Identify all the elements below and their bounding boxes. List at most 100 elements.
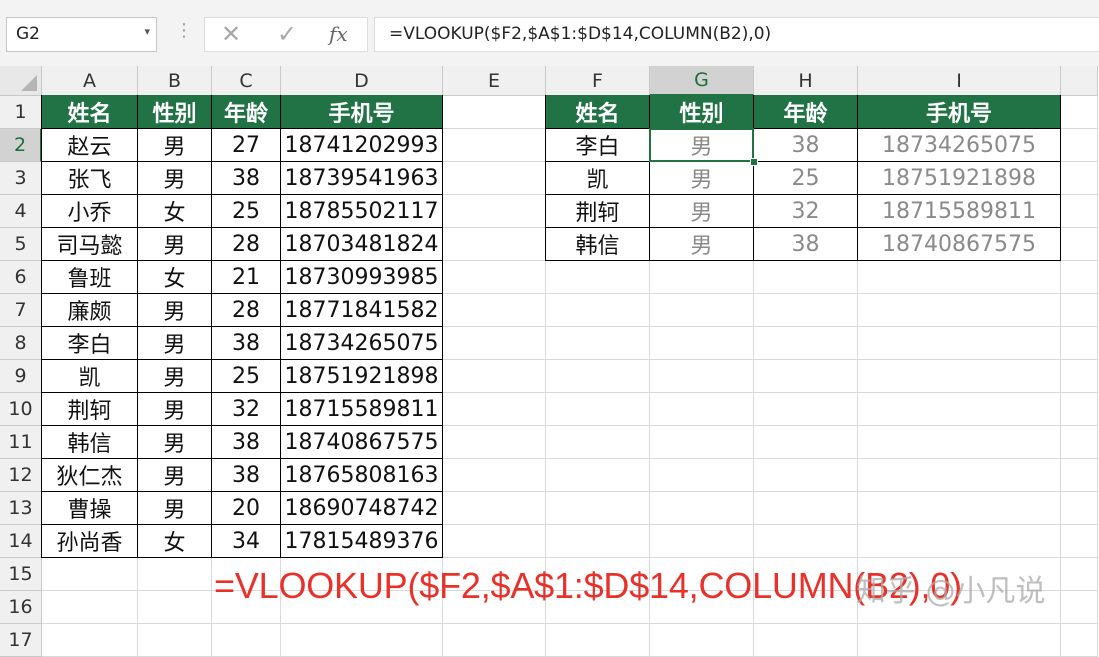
source-table-header[interactable]: 姓名 (41, 95, 138, 129)
cell[interactable] (754, 261, 858, 294)
source-table-cell[interactable]: 18741202993 (281, 129, 443, 162)
lookup-table-header[interactable]: 手机号 (858, 95, 1061, 129)
cell[interactable] (754, 294, 858, 327)
source-table-cell[interactable]: 女 (138, 525, 212, 558)
row-header-9[interactable]: 9 (0, 360, 42, 393)
cell[interactable] (650, 360, 754, 393)
source-table-cell[interactable]: 28 (212, 228, 281, 261)
row-header-15[interactable]: 15 (0, 558, 42, 591)
cell[interactable] (546, 294, 650, 327)
source-table-cell[interactable]: 34 (212, 525, 281, 558)
cell[interactable] (858, 294, 1061, 327)
lookup-table-header[interactable]: 姓名 (545, 95, 650, 129)
cell[interactable] (443, 228, 546, 261)
lookup-table-header[interactable]: 年龄 (754, 95, 858, 129)
source-table-cell[interactable]: 男 (138, 129, 212, 162)
source-table-cell[interactable]: 赵云 (41, 129, 138, 162)
cell[interactable] (1061, 459, 1098, 492)
fill-handle[interactable] (750, 158, 758, 166)
row-header-11[interactable]: 11 (0, 426, 42, 459)
lookup-table-cell[interactable]: 18740867575 (858, 228, 1061, 261)
cell[interactable] (754, 360, 858, 393)
select-all-corner[interactable] (0, 66, 42, 96)
cell[interactable] (1061, 129, 1098, 162)
source-table-cell[interactable]: 32 (212, 393, 281, 426)
cell[interactable] (858, 492, 1061, 525)
source-table-cell[interactable]: 荆轲 (41, 393, 138, 426)
source-table-cell[interactable]: 男 (138, 294, 212, 327)
cell[interactable] (858, 525, 1061, 558)
cell[interactable] (443, 129, 546, 162)
chevron-down-icon[interactable]: ▾ (144, 25, 150, 38)
cell[interactable] (443, 525, 546, 558)
cell[interactable] (443, 327, 546, 360)
cell[interactable] (443, 96, 546, 129)
cell[interactable] (138, 591, 212, 624)
cell[interactable] (650, 492, 754, 525)
row-header-1[interactable]: 1 (0, 96, 42, 129)
insert-function-icon[interactable]: fx (329, 20, 348, 48)
cell[interactable] (546, 492, 650, 525)
cell[interactable] (1061, 96, 1098, 129)
cell[interactable] (1061, 525, 1098, 558)
lookup-table-header[interactable]: 性别 (650, 95, 754, 129)
cell[interactable] (138, 558, 212, 591)
row-header-3[interactable]: 3 (0, 162, 42, 195)
source-table-cell[interactable]: 18734265075 (281, 327, 443, 360)
source-table-cell[interactable]: 男 (138, 426, 212, 459)
source-table-cell[interactable]: 18703481824 (281, 228, 443, 261)
cell[interactable] (546, 261, 650, 294)
source-table-cell[interactable]: 韩信 (41, 426, 138, 459)
cell[interactable] (443, 261, 546, 294)
lookup-table-cell[interactable]: 18734265075 (858, 129, 1061, 162)
cell[interactable] (858, 327, 1061, 360)
row-header-5[interactable]: 5 (0, 228, 42, 261)
cell[interactable] (1061, 294, 1098, 327)
cell[interactable] (1061, 426, 1098, 459)
cell[interactable] (858, 261, 1061, 294)
cell[interactable] (443, 294, 546, 327)
lookup-table-cell[interactable]: 荆轲 (545, 195, 650, 228)
cell[interactable] (443, 459, 546, 492)
lookup-table-cell[interactable]: 李白 (545, 129, 650, 162)
lookup-table-cell[interactable]: 男 (650, 228, 754, 261)
column-header-f[interactable]: F (546, 66, 650, 96)
cell[interactable] (1061, 228, 1098, 261)
cell[interactable] (1061, 261, 1098, 294)
cell[interactable] (546, 459, 650, 492)
cell[interactable] (650, 261, 754, 294)
source-table-cell[interactable]: 小乔 (41, 195, 138, 228)
cell[interactable] (443, 492, 546, 525)
cell[interactable] (1061, 327, 1098, 360)
source-table-cell[interactable]: 21 (212, 261, 281, 294)
cell[interactable] (858, 393, 1061, 426)
source-table-cell[interactable]: 男 (138, 492, 212, 525)
cell[interactable] (754, 327, 858, 360)
lookup-table-cell[interactable]: 38 (754, 129, 858, 162)
source-table-cell[interactable]: 凯 (41, 360, 138, 393)
cell[interactable] (1061, 393, 1098, 426)
cell[interactable] (858, 426, 1061, 459)
column-header-g[interactable]: G (650, 66, 754, 96)
source-table-cell[interactable]: 鲁班 (41, 261, 138, 294)
source-table-cell[interactable]: 25 (212, 360, 281, 393)
source-table-cell[interactable]: 38 (212, 459, 281, 492)
source-table-cell[interactable]: 18739541963 (281, 162, 443, 195)
cancel-icon[interactable]: ✕ (221, 20, 241, 48)
source-table-cell[interactable]: 17815489376 (281, 525, 443, 558)
source-table-cell[interactable]: 男 (138, 228, 212, 261)
cell[interactable] (754, 624, 858, 657)
lookup-table-cell[interactable]: 18751921898 (858, 162, 1061, 195)
cell[interactable] (754, 525, 858, 558)
source-table-cell[interactable]: 孙尚香 (41, 525, 138, 558)
source-table-cell[interactable]: 18771841582 (281, 294, 443, 327)
cell[interactable] (546, 624, 650, 657)
source-table-cell[interactable]: 20 (212, 492, 281, 525)
source-table-cell[interactable]: 男 (138, 360, 212, 393)
cell[interactable] (650, 525, 754, 558)
cell[interactable] (1061, 360, 1098, 393)
more-options-icon[interactable]: ⋮ (175, 22, 193, 40)
column-header-a[interactable]: A (42, 66, 138, 96)
row-header-14[interactable]: 14 (0, 525, 42, 558)
lookup-table-cell[interactable]: 韩信 (545, 228, 650, 261)
